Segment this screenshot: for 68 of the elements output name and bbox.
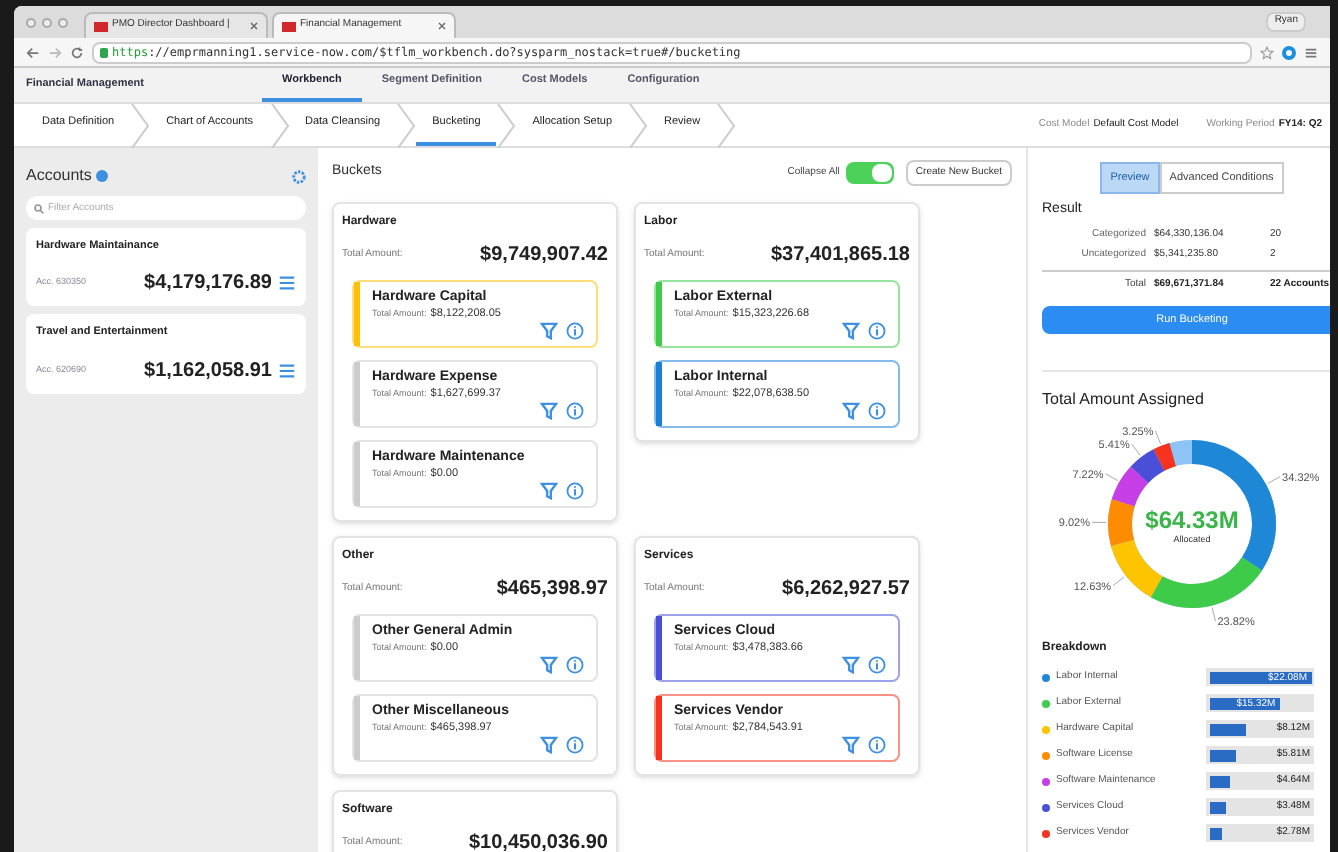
list-icon[interactable] xyxy=(278,274,296,293)
search-icon xyxy=(34,203,44,213)
leader-line xyxy=(1131,444,1141,457)
leader-line xyxy=(1154,430,1162,445)
group-total: $465,398.97 xyxy=(496,576,608,604)
filter-icon[interactable] xyxy=(540,322,558,341)
info-icon[interactable] xyxy=(566,736,584,755)
list-icon[interactable] xyxy=(278,361,296,379)
forward-icon[interactable] xyxy=(48,45,62,59)
menu-icon[interactable] xyxy=(1304,45,1318,59)
info-icon[interactable] xyxy=(566,482,584,501)
filter-icon[interactable] xyxy=(540,736,558,755)
group-total: $10,450,036.90 xyxy=(468,830,608,852)
account-amount: $1,162,058.91 xyxy=(144,357,272,385)
group-total: $6,262,927.57 xyxy=(782,576,910,604)
info-icon[interactable] xyxy=(868,736,886,755)
favicon-icon xyxy=(94,21,108,31)
chevron-divider xyxy=(628,104,649,148)
info-icon[interactable] xyxy=(868,322,886,341)
star-icon[interactable] xyxy=(1260,45,1274,59)
chevron-divider xyxy=(716,104,737,148)
filter-icon[interactable] xyxy=(540,482,558,501)
donut-total: $64.33M xyxy=(1145,506,1239,535)
bucket-color-bar xyxy=(354,616,360,680)
close-icon[interactable] xyxy=(438,22,446,30)
info-icon[interactable] xyxy=(868,656,886,675)
collapse-toggle[interactable] xyxy=(845,162,894,184)
back-icon[interactable] xyxy=(26,45,40,59)
bucket-color-bar xyxy=(656,282,662,346)
info-icon[interactable] xyxy=(566,656,584,675)
info-icon[interactable] xyxy=(566,322,584,341)
chevron-divider xyxy=(396,104,417,148)
bucket-color-bar xyxy=(354,442,360,506)
bucket-color-bar xyxy=(656,696,662,760)
info-icon[interactable] xyxy=(868,402,886,421)
accounts-title: Accounts xyxy=(26,164,92,188)
favicon-icon xyxy=(282,21,296,31)
filter-icon[interactable] xyxy=(842,656,860,675)
settings-icon[interactable] xyxy=(292,169,306,183)
filter-icon[interactable] xyxy=(842,736,860,755)
filter-icon[interactable] xyxy=(540,656,558,675)
bucket-color-bar xyxy=(354,282,360,346)
info-icon[interactable] xyxy=(566,402,584,421)
filter-icon[interactable] xyxy=(540,402,558,421)
leader-line xyxy=(1105,473,1119,482)
reload-icon[interactable] xyxy=(70,45,84,59)
chevron-divider xyxy=(269,104,289,148)
bucket-color-bar xyxy=(656,616,662,680)
group-total: $37,401,865.18 xyxy=(770,242,910,270)
bucket-color-bar xyxy=(354,362,360,426)
bucket-color-bar xyxy=(656,362,662,426)
donut-slice xyxy=(1111,466,1149,507)
filter-icon[interactable] xyxy=(842,322,860,341)
extension-icon[interactable] xyxy=(1282,45,1296,59)
leader-line xyxy=(1091,522,1107,524)
chevron-divider xyxy=(130,104,151,148)
leader-line xyxy=(1267,476,1281,485)
lock-icon xyxy=(100,47,108,57)
chart-title: Total Amount Assigned xyxy=(1042,388,1206,413)
filter-icon[interactable] xyxy=(842,402,860,421)
bucket-color-bar xyxy=(354,696,360,760)
chevron-divider xyxy=(496,104,517,148)
leader-line xyxy=(1211,607,1216,623)
group-total: $9,749,907.42 xyxy=(480,242,608,270)
leader-line xyxy=(1112,576,1125,587)
help-icon[interactable] xyxy=(95,170,108,182)
account-amount: $4,179,176.89 xyxy=(144,270,272,299)
close-icon[interactable] xyxy=(250,22,258,30)
